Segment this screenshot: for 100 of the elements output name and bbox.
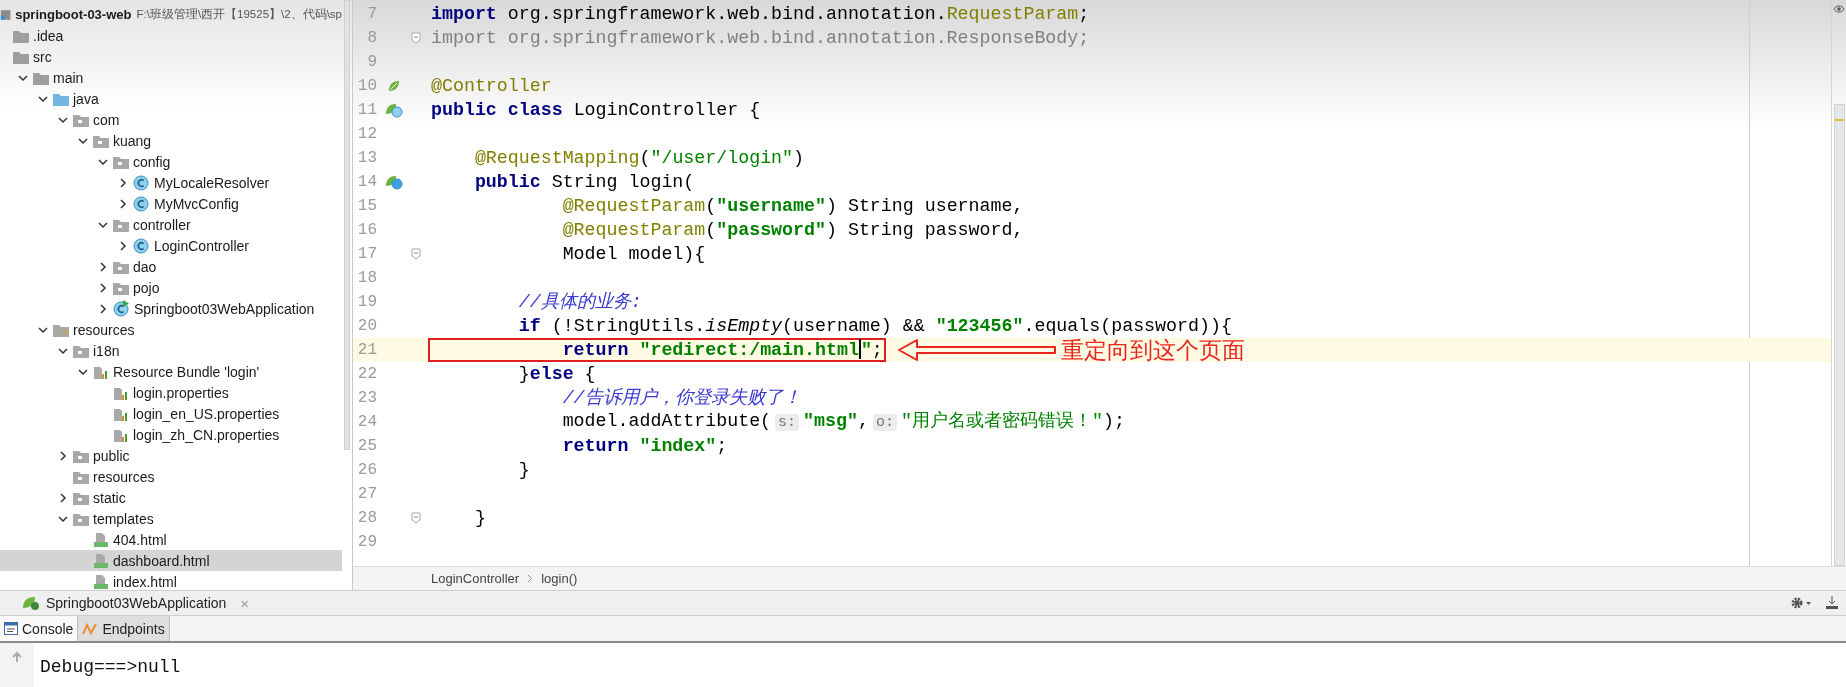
chevron-down-icon[interactable] — [38, 324, 48, 335]
console-tab[interactable]: Console — [0, 616, 79, 641]
scrollbar[interactable] — [1833, 104, 1845, 566]
line-number: 23 — [356, 389, 377, 407]
tree-row[interactable]: pojo — [0, 277, 342, 298]
run-tab[interactable]: Springboot03WebApplication × — [22, 594, 250, 612]
console-output-line: Debug===>null — [40, 657, 181, 678]
tree-row[interactable]: i18n — [0, 340, 342, 361]
line-number: 18 — [356, 269, 377, 287]
line-number: 22 — [356, 365, 377, 383]
scrollbar-thumb[interactable] — [344, 0, 350, 451]
chevron-right-icon — [527, 574, 534, 583]
chevron-right-icon[interactable] — [58, 450, 68, 461]
tree-label: static — [93, 489, 126, 506]
eye-icon[interactable] — [1833, 4, 1845, 14]
class-run-icon — [113, 300, 130, 317]
chevron-down-icon[interactable] — [78, 366, 88, 377]
tree-label: springboot-03-web — [15, 7, 132, 22]
folder-icon — [73, 511, 89, 526]
tree-row[interactable]: login_zh_CN.properties — [0, 424, 342, 445]
chevron-right-icon[interactable] — [58, 492, 68, 503]
console-tab[interactable]: Endpoints — [78, 616, 170, 641]
folder-icon — [113, 280, 129, 295]
run-tab-label: Springboot03WebApplication — [46, 595, 227, 611]
chevron-down-icon[interactable] — [98, 219, 108, 230]
tree-row[interactable]: dashboard.html — [0, 550, 342, 571]
tree-label: templates — [93, 510, 154, 527]
tree-row[interactable]: Resource Bundle 'login' — [0, 361, 342, 382]
tree-row[interactable]: static — [0, 487, 342, 508]
folder-icon — [93, 133, 109, 148]
chevron-right-icon[interactable] — [98, 261, 108, 272]
tree-row[interactable]: public — [0, 445, 342, 466]
tree-label: Springboot03WebApplication — [134, 300, 315, 317]
tree-row[interactable]: controller — [0, 214, 342, 235]
leaf-icon[interactable] — [385, 174, 403, 190]
download-icon[interactable] — [1826, 596, 1838, 610]
tree-row[interactable]: login_en_US.properties — [0, 403, 342, 424]
tree-row[interactable]: springboot-03-web F:\班级管理\西开【19525】\2、代码\sp — [0, 4, 342, 25]
tree-row[interactable]: templates — [0, 508, 342, 529]
tree-label: com — [93, 111, 120, 128]
tree-row[interactable]: kuang — [0, 130, 342, 151]
line-number: 15 — [356, 197, 377, 215]
tree-row[interactable]: login.properties — [0, 382, 342, 403]
tree-row[interactable]: com — [0, 109, 342, 130]
callout-text: 重定向到这个页面 — [1060, 335, 1245, 365]
line-number: 26 — [356, 461, 377, 479]
chevron-right-icon[interactable] — [118, 177, 128, 188]
leaf-icon — [22, 595, 40, 611]
chevron-down-icon[interactable] — [18, 72, 28, 83]
tree-row[interactable]: resources — [0, 319, 342, 340]
line-number: 14 — [356, 173, 377, 191]
tree-row[interactable]: dao — [0, 256, 342, 277]
tree-label: login_zh_CN.properties — [133, 426, 280, 443]
line-number: 7 — [366, 5, 377, 23]
chevron-down-icon[interactable] — [58, 114, 68, 125]
tree-label: dashboard.html — [113, 552, 210, 569]
line-number: 13 — [356, 149, 377, 167]
line-number: 11 — [356, 101, 377, 119]
tree-row[interactable]: main — [0, 67, 342, 88]
chevron-down-icon[interactable] — [58, 513, 68, 524]
line-number: 12 — [356, 125, 377, 143]
tree-row[interactable]: resources — [0, 466, 342, 487]
breadcrumb-item[interactable]: login() — [541, 571, 578, 586]
tree-row[interactable]: 404.html — [0, 529, 342, 550]
chevron-down-icon[interactable] — [78, 135, 88, 146]
chevron-right-icon[interactable] — [98, 282, 108, 293]
tree-row[interactable]: config — [0, 151, 342, 172]
tree-label: resources — [93, 468, 155, 485]
line-number: 28 — [356, 509, 377, 527]
tree-label: controller — [133, 216, 191, 233]
tree-label: kuang — [113, 132, 152, 149]
chevron-right-icon[interactable] — [118, 198, 128, 209]
tree-row[interactable]: Springboot03WebApplication — [0, 298, 342, 319]
tree-row[interactable]: MyLocaleResolver — [0, 172, 342, 193]
folder-icon — [113, 259, 129, 274]
tree-row[interactable]: java — [0, 88, 342, 109]
chevron-right-icon[interactable] — [98, 303, 108, 314]
tree-row[interactable]: LoginController — [0, 235, 342, 256]
tree-label: pojo — [133, 279, 160, 296]
tree-row[interactable]: MyMvcConfig — [0, 193, 342, 214]
tree-row[interactable]: index.html — [0, 571, 342, 590]
breadcrumb-item[interactable]: LoginController — [431, 571, 520, 586]
tree-label: MyMvcConfig — [154, 195, 239, 212]
chevron-down-icon[interactable] — [38, 93, 48, 104]
line-number: 8 — [366, 29, 377, 47]
project-path: F:\班级管理\西开【19525】\2、代码\sp — [136, 7, 342, 22]
folder-icon — [13, 28, 29, 43]
chevron-down-icon[interactable] — [98, 156, 108, 167]
code-line: if (!StringUtils.isEmpty(username) && "123456".equals(password)){ — [517, 315, 1232, 338]
code-line: @RequestParam("password") String password, — [561, 219, 1024, 242]
chevron-right-icon[interactable] — [118, 240, 128, 251]
tree-row[interactable]: .idea — [0, 25, 342, 46]
leaf-icon[interactable] — [387, 79, 401, 93]
folder-icon — [73, 448, 89, 463]
code-line: return "index"; — [561, 435, 728, 458]
settings-icon[interactable] — [1790, 596, 1812, 610]
code-line: } — [517, 459, 530, 482]
chevron-down-icon[interactable] — [58, 345, 68, 356]
tree-row[interactable]: src — [0, 46, 342, 67]
leaf-icon[interactable] — [385, 102, 403, 118]
